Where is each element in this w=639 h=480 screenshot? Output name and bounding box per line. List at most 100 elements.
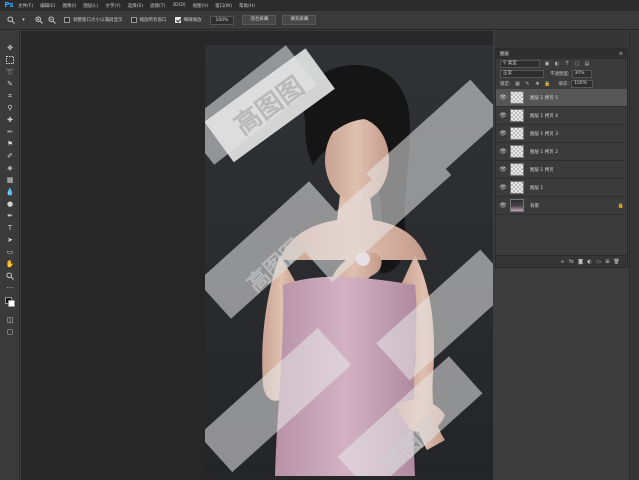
layer-thumbnail <box>510 199 524 212</box>
zoom-value-field[interactable]: 100% <box>209 15 235 25</box>
smart-object-filter-icon[interactable]: ▤ <box>584 61 590 67</box>
gradient-tool-icon[interactable]: ▦ <box>5 175 15 185</box>
zoom-out-icon[interactable] <box>47 16 56 25</box>
layer-row[interactable]: 👁 图层 1 拷贝 5 <box>496 89 627 107</box>
lock-icon: 🔒 <box>617 202 625 209</box>
panel-menu-icon[interactable]: ≡ <box>619 51 623 57</box>
layer-name: 图层 1 拷贝 <box>530 167 554 173</box>
screen-mode-icon[interactable]: ▢ <box>5 327 15 337</box>
layer-mask-icon[interactable]: ◙ <box>576 259 585 265</box>
hand-tool-icon[interactable]: ✋ <box>5 259 15 269</box>
resize-windows-checkbox[interactable] <box>64 17 70 23</box>
menu-view[interactable]: 视图(V) <box>193 3 209 9</box>
crop-tool-icon[interactable]: ⌗ <box>5 91 15 101</box>
visibility-eye-icon[interactable]: 👁 <box>496 166 510 173</box>
options-bar: ▾ 调整窗口大小以满屏显示 缩放所有窗口 细微缩放 100% 适合屏幕 填充屏幕 <box>0 11 639 30</box>
type-filter-icon[interactable]: T <box>564 61 570 67</box>
quick-select-tool-icon[interactable]: ✎ <box>5 79 15 89</box>
fill-field[interactable]: 100% <box>571 80 594 88</box>
layer-style-icon[interactable]: fx <box>567 259 576 265</box>
zoom-in-icon[interactable] <box>34 16 43 25</box>
lock-transparent-icon[interactable]: ▦ <box>515 81 521 87</box>
photoshop-logo: Ps <box>4 1 14 9</box>
menu-image[interactable]: 图像(I) <box>62 3 76 9</box>
layer-name: 图层 1 拷贝 5 <box>530 95 559 101</box>
new-layer-icon[interactable]: ⊞ <box>603 259 612 265</box>
color-swatches-icon[interactable] <box>5 297 15 307</box>
layers-tab-bar: 图层 ≡ <box>496 49 627 59</box>
menu-bar: Ps 文件(F) 编辑(E) 图像(I) 图层(L) 文字(Y) 选择(S) 滤… <box>0 0 639 11</box>
eyedropper-tool-icon[interactable]: ⚲ <box>5 103 15 113</box>
shape-filter-icon[interactable]: ▢ <box>574 61 580 67</box>
history-brush-tool-icon[interactable]: ✐ <box>5 151 15 161</box>
marquee-tool-icon[interactable] <box>5 55 15 65</box>
right-panel-strip <box>629 31 639 480</box>
eraser-tool-icon[interactable]: ◈ <box>5 163 15 173</box>
pixel-filter-icon[interactable]: ▣ <box>544 61 550 67</box>
menu-3d[interactable]: 3D(D) <box>172 3 185 8</box>
filter-kind-label: 类型 <box>507 61 517 66</box>
photo-image: 高图图 高图图 高图图 <box>205 45 493 476</box>
layer-row[interactable]: 👁 图层 1 <box>496 179 627 197</box>
more-tools-icon[interactable]: ··· <box>5 283 15 293</box>
layer-thumbnail <box>510 127 524 140</box>
resize-windows-label: 调整窗口大小以满屏显示 <box>73 18 123 23</box>
visibility-eye-icon[interactable]: 👁 <box>496 148 510 155</box>
lock-position-icon[interactable]: ✥ <box>535 81 541 87</box>
visibility-eye-icon[interactable]: 👁 <box>496 130 510 137</box>
visibility-eye-icon[interactable]: 👁 <box>496 112 510 119</box>
quick-mask-icon[interactable]: ◫ <box>5 315 15 325</box>
document-canvas[interactable]: 高图图 高图图 高图图 <box>205 45 493 476</box>
menu-window[interactable]: 窗口(W) <box>215 3 232 9</box>
layer-row[interactable]: 👁 背景 🔒 <box>496 197 627 215</box>
tool-preset-dropdown-icon[interactable]: ▾ <box>19 16 28 25</box>
lock-image-icon[interactable]: ✎ <box>525 81 531 87</box>
layer-row[interactable]: 👁 图层 1 拷贝 3 <box>496 125 627 143</box>
lock-fill-row: 锁定: ▦ ✎ ✥ 🔒 填充: 100% <box>496 79 627 89</box>
new-group-icon[interactable]: ▭ <box>594 259 603 265</box>
blur-tool-icon[interactable]: 💧 <box>5 187 15 197</box>
visibility-eye-icon[interactable]: 👁 <box>496 184 510 191</box>
type-tool-icon[interactable]: T <box>5 223 15 233</box>
link-layers-icon[interactable]: ∞ <box>558 259 567 265</box>
layer-filter-row: ⚲ 类型 ▣ ◐ T ▢ ▤ <box>496 59 627 69</box>
zoom-tool-icon[interactable] <box>6 16 15 25</box>
menu-type[interactable]: 文字(Y) <box>105 3 120 9</box>
zoom-all-windows-label: 缩放所有窗口 <box>139 18 167 23</box>
brush-tool-icon[interactable]: ✏ <box>5 127 15 137</box>
delete-layer-icon[interactable]: 🗑 <box>612 259 621 265</box>
menu-layer[interactable]: 图层(L) <box>83 3 98 9</box>
layer-name: 背景 <box>530 203 539 209</box>
healing-brush-tool-icon[interactable]: ✚ <box>5 115 15 125</box>
visibility-eye-icon[interactable]: 👁 <box>496 94 510 101</box>
menu-filter[interactable]: 滤镜(T) <box>150 3 165 9</box>
filter-kind-select[interactable]: ⚲ 类型 <box>500 60 540 68</box>
visibility-eye-icon[interactable]: 👁 <box>496 202 510 209</box>
fill-screen-button[interactable]: 填充屏幕 <box>282 15 317 25</box>
pen-tool-icon[interactable]: ✒ <box>5 211 15 221</box>
lock-all-icon[interactable]: 🔒 <box>544 81 550 87</box>
menu-file[interactable]: 文件(F) <box>18 3 33 9</box>
layer-row[interactable]: 👁 图层 1 拷贝 2 <box>496 143 627 161</box>
move-tool-icon[interactable]: ✥ <box>5 43 15 53</box>
scrubby-zoom-checkbox[interactable] <box>174 17 181 23</box>
dodge-tool-icon[interactable]: ● <box>5 199 15 209</box>
menu-select[interactable]: 选择(S) <box>128 3 143 9</box>
zoom-tool-panel-icon[interactable] <box>5 271 15 281</box>
zoom-all-windows-checkbox[interactable] <box>130 17 137 23</box>
blend-mode-select[interactable]: 正常 <box>500 70 544 78</box>
rectangle-tool-icon[interactable]: ▭ <box>5 247 15 257</box>
adjustment-filter-icon[interactable]: ◐ <box>554 61 560 67</box>
layers-panel: 图层 ≡ ⚲ 类型 ▣ ◐ T ▢ ▤ 正常 不透明度: 30% 锁定: ▦ ✎… <box>495 48 628 268</box>
lasso-tool-icon[interactable]: ➰ <box>5 67 15 77</box>
layer-row[interactable]: 👁 图层 1 拷贝 <box>496 161 627 179</box>
adjustment-layer-icon[interactable]: ◐ <box>585 259 594 265</box>
menu-edit[interactable]: 编辑(E) <box>40 3 55 9</box>
layer-row[interactable]: 👁 图层 1 拷贝 4 <box>496 107 627 125</box>
menu-help[interactable]: 帮助(H) <box>239 3 255 9</box>
path-selection-tool-icon[interactable]: ➤ <box>5 235 15 245</box>
tab-layers[interactable]: 图层 <box>500 51 509 57</box>
clone-stamp-tool-icon[interactable]: ⚑ <box>5 139 15 149</box>
opacity-field[interactable]: 30% <box>571 70 592 78</box>
fit-screen-button[interactable]: 适合屏幕 <box>242 15 277 25</box>
